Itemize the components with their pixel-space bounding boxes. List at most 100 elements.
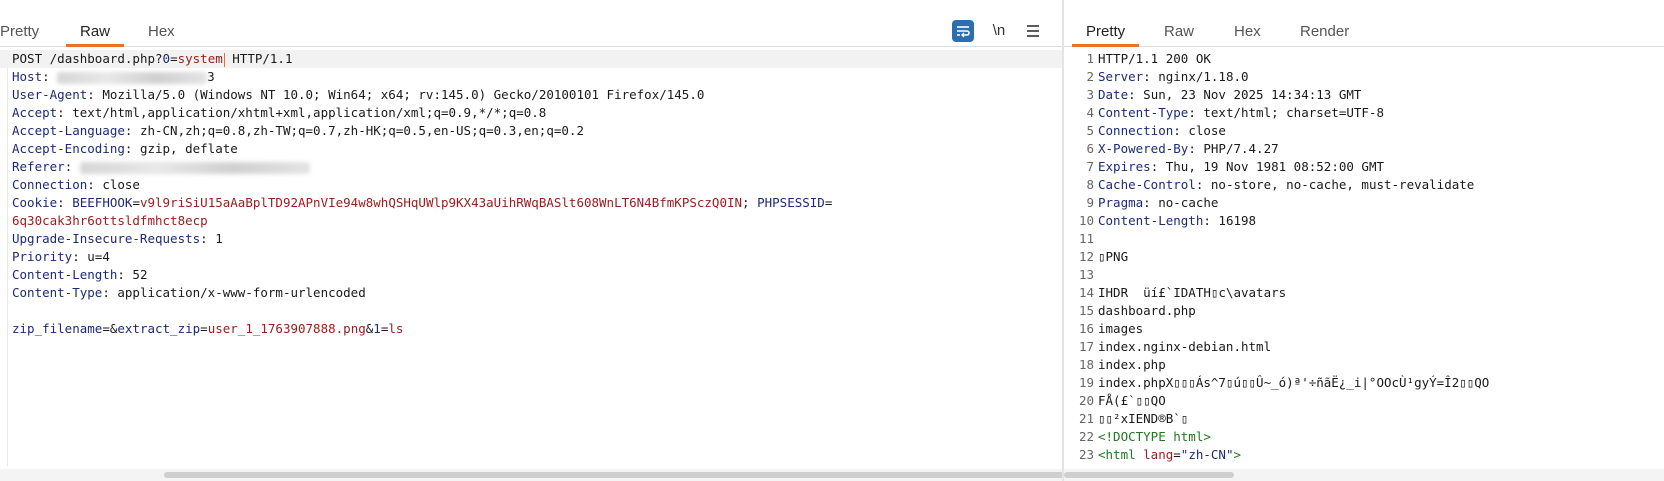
tab-response-render[interactable]: Render <box>1300 19 1349 45</box>
wrap-lines-glyph <box>957 26 970 38</box>
header-name: Accept-Encoding <box>12 141 125 156</box>
header-name: Pragma <box>1098 195 1144 210</box>
tab-request-raw[interactable]: Raw <box>65 19 125 47</box>
header-name: Priority <box>12 249 73 264</box>
cookie-value: 6q30cak3hr6ottsldfmhct8ecp <box>12 213 208 228</box>
response-header-line: 8 Cache-Control: no-store, no-cache, must… <box>1064 176 1664 194</box>
header-accept-language: Accept-Language: zh-CN,zh;q=0.8,zh-TW;q=… <box>12 123 584 138</box>
request-editor[interactable]: POST /dashboard.php?0=system HTTP/1.1 Ho… <box>0 50 1062 467</box>
query-param-value: system <box>177 51 223 66</box>
header-name: Upgrade-Insecure-Requests <box>12 231 201 246</box>
response-body-line: 15 dashboard.php <box>1064 302 1664 320</box>
header-value: close <box>1188 123 1226 138</box>
line-number: 17 <box>1078 339 1094 354</box>
header-value: PHP/7.4.27 <box>1203 141 1279 156</box>
header-value: 16198 <box>1218 213 1257 228</box>
response-body-line: 14 IHDR üí£`IDATH▯c\avatars <box>1064 284 1664 302</box>
line-number: 20 <box>1078 393 1094 408</box>
response-body-line: 17 index.nginx-debian.html <box>1064 338 1664 356</box>
response-header-line: 3 Date: Sun, 23 Nov 2025 14:34:13 GMT <box>1064 86 1664 104</box>
header-name: Cache-Control <box>1098 177 1196 192</box>
response-body-line: 19 index.phpX▯▯▯Ás^7▯ú▯▯Û~_ó)ª'÷ñãË¿_i|°O… <box>1064 374 1664 392</box>
line-number: 15 <box>1078 303 1094 318</box>
line-number: 8 <box>1086 177 1094 192</box>
header-name: Content-Length <box>1098 213 1204 228</box>
line-number: 23 <box>1078 447 1094 462</box>
line-number: 10 <box>1078 213 1094 228</box>
line-number: 4 <box>1086 105 1094 120</box>
header-content-type: Content-Type: application/x-www-form-url… <box>12 285 366 300</box>
tab-request-pretty[interactable]: Pretty <box>0 19 39 45</box>
header-value: nginx/1.18.0 <box>1158 69 1249 84</box>
body-text: ▯PNG <box>1098 249 1129 264</box>
line-number: 5 <box>1086 123 1094 138</box>
body-param-name: zip_filename <box>12 321 103 336</box>
menu-glyph <box>1027 25 1039 37</box>
query-equals: = <box>170 51 178 66</box>
text-caret <box>223 52 225 67</box>
response-editor[interactable]: 1 HTTP/1.1 200 OK 2 Server: nginx/1.18.0 3… <box>1064 50 1664 467</box>
header-value: 1 <box>215 231 223 246</box>
response-horizontal-scrollbar[interactable] <box>1064 469 1664 481</box>
request-pane: Pretty Raw Hex \n POST /dashboard.php?0=… <box>0 0 1062 481</box>
response-body-line: 18 index.php <box>1064 356 1664 374</box>
request-horizontal-scrollbar[interactable] <box>0 469 1062 481</box>
tab-response-pretty[interactable]: Pretty <box>1071 19 1140 47</box>
header-referer: Referer: <box>0 158 1062 176</box>
response-pane: Pretty Raw Hex Render 1 HTTP/1.1 200 OK 2… <box>1064 0 1664 481</box>
tab-response-hex[interactable]: Hex <box>1234 19 1261 45</box>
header-value: Thu, 19 Nov 1981 08:52:00 GMT <box>1165 159 1384 174</box>
line-number: 9 <box>1086 195 1094 210</box>
request-path: /dashboard.php? <box>49 51 163 66</box>
header-value: Sun, 23 Nov 2025 14:34:13 GMT <box>1143 87 1362 102</box>
header-name: Content-Type <box>12 285 103 300</box>
http-version: HTTP/1.1 <box>232 51 293 66</box>
header-cookie: Cookie: BEEFHOOK=v9l9riSiU15aAaBplTD92AP… <box>12 195 833 210</box>
request-body: zip_filename=&extract_zip=user_1_1763907… <box>12 321 404 336</box>
header-name: Date <box>1098 87 1129 102</box>
body-text: dashboard.php <box>1098 303 1196 318</box>
header-accept: Accept: text/html,application/xhtml+xml,… <box>12 105 547 120</box>
cookie-separator: ; <box>742 195 758 210</box>
header-name: Accept <box>12 105 58 120</box>
header-name: Connection <box>12 177 88 192</box>
query-param-name: 0 <box>162 51 171 66</box>
body-text: images <box>1098 321 1144 336</box>
tab-response-raw[interactable]: Raw <box>1164 19 1194 45</box>
cookie-value: v9l9riSiU15aAaBplTD92APnVIe94w8whQSHqUWl… <box>139 195 743 210</box>
header-value: 3 <box>207 69 215 84</box>
line-number: 12 <box>1078 249 1094 264</box>
response-body-line: 20 FÅ(£`▯▯QO <box>1064 392 1664 410</box>
header-value: text/html; charset=UTF-8 <box>1203 105 1384 120</box>
newline-toggle-button[interactable]: \n <box>988 20 1010 42</box>
html-tag-close: > <box>1233 447 1242 462</box>
line-number: 14 <box>1078 285 1094 300</box>
redacted-host-value <box>57 71 208 84</box>
line-number: 3 <box>1086 87 1094 102</box>
scrollbar-thumb[interactable] <box>1064 472 1234 478</box>
response-tabbar: Pretty Raw Hex Render <box>1064 0 1664 47</box>
response-header-line: 4 Content-Type: text/html; charset=UTF-8 <box>1064 104 1664 122</box>
line-number: 16 <box>1078 321 1094 336</box>
body-param-value: user_1_1763907888.png <box>207 321 366 336</box>
hamburger-menu-icon[interactable] <box>1022 20 1044 42</box>
header-value: application/x-www-form-urlencoded <box>117 285 366 300</box>
cookie-name: PHPSESSID <box>757 195 825 210</box>
cookie-name: BEEFHOOK <box>72 195 133 210</box>
header-value: no-cache <box>1158 195 1219 210</box>
header-value: 52 <box>132 267 148 282</box>
tab-request-hex[interactable]: Hex <box>148 19 175 45</box>
line-number: 19 <box>1078 375 1094 390</box>
scrollbar-thumb[interactable] <box>164 472 1062 478</box>
body-text: FÅ(£`▯▯QO <box>1098 393 1166 408</box>
response-body-line: 11 <box>1064 230 1664 248</box>
html-attr-value: "zh-CN" <box>1180 447 1234 462</box>
wrap-lines-icon[interactable] <box>952 20 974 42</box>
header-host: Host: 3 <box>12 69 215 84</box>
line-number: 7 <box>1086 159 1094 174</box>
header-name: X-Powered-By <box>1098 141 1189 156</box>
header-priority: Priority: u=4 <box>12 249 110 264</box>
html-attr-name: lang <box>1143 447 1174 462</box>
html-doctype: <!DOCTYPE html> <box>1098 429 1211 444</box>
header-name: Connection <box>1098 123 1174 138</box>
